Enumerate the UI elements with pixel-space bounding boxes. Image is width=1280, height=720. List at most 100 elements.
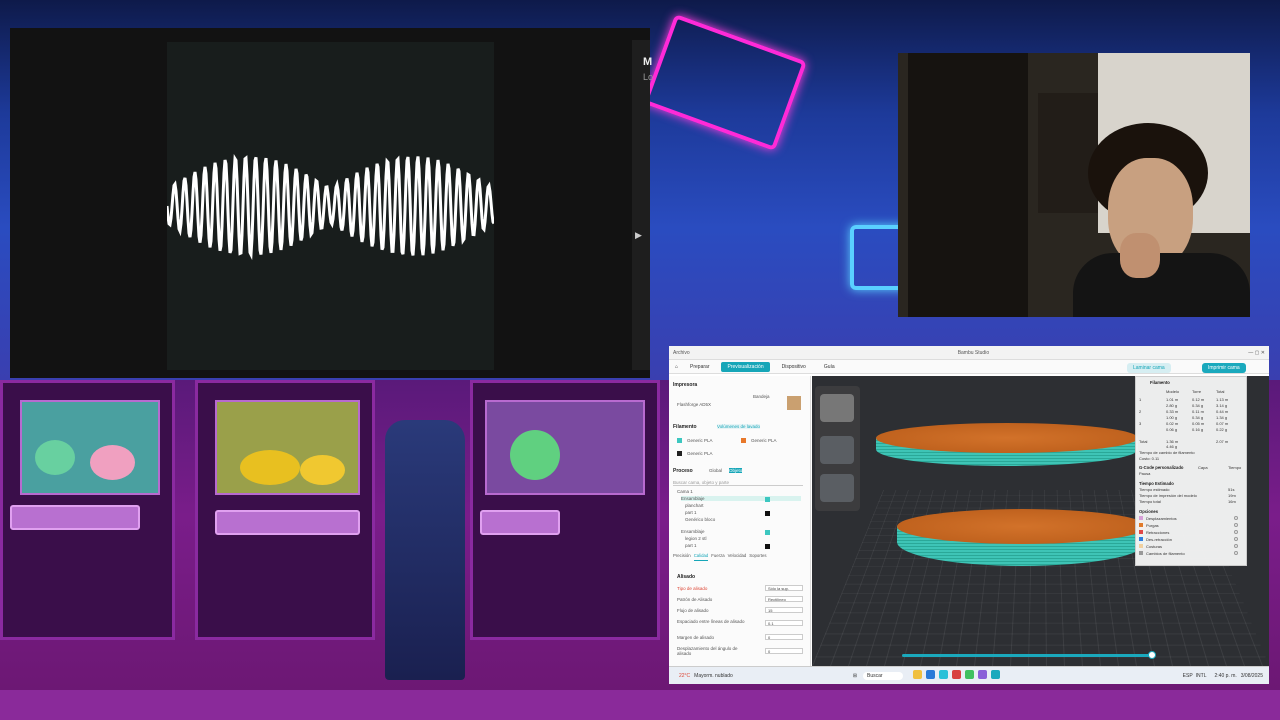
settings-panel: Impresora Flashforge AD5X Bandeja Filame… <box>669 376 811 666</box>
legend-option[interactable]: Costuras <box>1146 544 1162 549</box>
filament-swatch[interactable] <box>677 438 682 443</box>
tree-item[interactable]: part 1 <box>685 510 697 515</box>
windows-icon[interactable]: ⊞ <box>853 673 857 679</box>
estimated-val: 16m <box>1228 499 1236 504</box>
tree-filament-swatch[interactable] <box>765 530 770 535</box>
estimated-row: Tiempo de impresión del modelo <box>1139 493 1197 498</box>
tab-device[interactable]: Dispositivo <box>776 362 812 372</box>
settings-tabs: Precisión Calidad Fuerza Velocidad Sopor… <box>673 553 807 561</box>
printer-name[interactable]: Flashforge AD5X <box>677 402 711 407</box>
ironing-flow-label: Flujo de alisado <box>677 608 709 613</box>
option-eye-icon[interactable] <box>1234 551 1238 555</box>
process-object[interactable]: Objeto <box>729 468 743 473</box>
filament-1[interactable]: Generic PLA <box>687 438 713 443</box>
ironing-section: Alisado <box>677 574 696 580</box>
legend-cost: Costo: 0.11 <box>1139 456 1160 461</box>
ironing-spacing-input[interactable]: 0.1 <box>765 620 803 626</box>
option-eye-icon[interactable] <box>1234 516 1238 520</box>
legend-cell: 2.80 g <box>1166 403 1178 408</box>
option-color-swatch <box>1139 516 1143 520</box>
3d-preview[interactable]: Filamento Modelo Torre Total 1 1.01 m 0.12… <box>812 376 1269 666</box>
ironing-angle-input[interactable]: 0 <box>765 648 803 654</box>
plate-icon[interactable] <box>787 396 801 410</box>
option-eye-icon[interactable] <box>1234 523 1238 527</box>
gcode-header: G-Code personalizado <box>1139 465 1184 470</box>
option-color-swatch <box>1139 544 1143 548</box>
menu-file[interactable]: Archivo <box>673 350 690 356</box>
ironing-type-select[interactable]: Sólo la sup. <box>765 585 803 591</box>
legend-option[interactable]: Retracciones <box>1146 530 1169 535</box>
tab-speed[interactable]: Velocidad <box>728 553 747 561</box>
tree-item[interactable]: part 1 <box>685 543 697 548</box>
filament-swatch[interactable] <box>677 451 682 456</box>
plate-thumbnail[interactable] <box>820 474 854 502</box>
taskbar-lang2[interactable]: INTL <box>1196 673 1207 679</box>
legend-col: Modelo <box>1166 389 1180 394</box>
filament-3[interactable]: Generic PLA <box>687 451 713 456</box>
taskbar-search[interactable]: Buscar <box>863 671 903 680</box>
ironing-type-label: Tipo de alisado <box>677 586 708 591</box>
tree-item[interactable]: Ensamblaje <box>681 529 705 534</box>
legend-cell: 1.01 m <box>1166 397 1179 402</box>
tree-item[interactable]: planchart <box>685 503 704 508</box>
legend-option[interactable]: Purgas <box>1146 523 1159 528</box>
tree-filament-swatch[interactable] <box>765 497 770 502</box>
process-global[interactable]: Global <box>709 468 722 473</box>
legend-cell: 0.07 m <box>1216 421 1229 426</box>
option-eye-icon[interactable] <box>1234 537 1238 541</box>
taskbar-date[interactable]: 3/08/2025 <box>1241 673 1263 679</box>
tree-filament-swatch[interactable] <box>765 511 770 516</box>
filament-2[interactable]: Generic PLA <box>751 438 777 443</box>
plate-label: Bandeja <box>753 394 770 399</box>
tab-preview[interactable]: Previsualización <box>721 361 770 372</box>
taskbar-time[interactable]: 2:40 p. m. <box>1215 673 1237 679</box>
option-color-swatch <box>1139 551 1143 555</box>
slicer-window: Archivo Bambu Studio — ▢ ✕ ⌂ Preparar Pr… <box>669 346 1269 684</box>
status-bar: 22°C Mayorm. nublado ⊞ Buscar ESP INTL 2… <box>669 666 1269 684</box>
album-art <box>165 42 496 370</box>
plate-thumbnail[interactable] <box>820 394 854 422</box>
tab-prepare[interactable]: Preparar <box>684 362 715 372</box>
taskbar-lang[interactable]: ESP <box>1183 673 1193 679</box>
legend-option[interactable]: Cambios de filamento <box>1146 551 1185 556</box>
legend-cell: 0.44 m <box>1216 409 1229 414</box>
legend-total-label: Total <box>1139 439 1148 444</box>
print-button[interactable]: Imprimir cama <box>1202 363 1246 373</box>
tree-item[interactable]: legion 2 stl <box>685 536 707 541</box>
filament-swatch[interactable] <box>741 438 746 443</box>
ironing-pattern-label: Patrón de Alisado <box>677 597 713 602</box>
legend-cell: 3 <box>1139 421 1142 426</box>
weather-desc: Mayorm. nublado <box>694 672 733 679</box>
taskbar-apps-icon[interactable] <box>911 670 1002 681</box>
option-eye-icon[interactable] <box>1234 544 1238 548</box>
tree-item[interactable]: Ensamblaje <box>681 496 801 501</box>
ironing-flow-input[interactable]: 15 <box>765 607 803 613</box>
home-icon[interactable]: ⌂ <box>675 364 678 370</box>
tree-filament-swatch[interactable] <box>765 544 770 549</box>
legend-option[interactable]: Desplazamientos <box>1146 516 1177 521</box>
plate-thumbnail[interactable] <box>820 436 854 464</box>
options-header: Opciones <box>1139 509 1159 514</box>
tab-guide[interactable]: Guía <box>818 362 841 372</box>
play-icon[interactable]: ▶ <box>635 230 642 241</box>
tab-supports[interactable]: Soportes <box>749 553 766 561</box>
legend-option[interactable]: Des-retracción <box>1146 537 1172 542</box>
layer-slider-track[interactable] <box>902 654 1152 657</box>
ironing-inset-label: Margen de alisado <box>677 635 715 640</box>
model-disc-top[interactable] <box>897 509 1147 544</box>
tree-item[interactable]: Genérico bloco <box>685 517 715 522</box>
tab-quality[interactable]: Calidad <box>693 553 709 561</box>
layer-slider-handle[interactable] <box>1148 651 1156 659</box>
ironing-inset-input[interactable]: 0 <box>765 634 803 640</box>
tree-item[interactable]: Cama 1 <box>677 489 693 494</box>
option-eye-icon[interactable] <box>1234 530 1238 534</box>
search-input[interactable]: Buscar cama, objeto y parte <box>673 480 803 486</box>
slice-button[interactable]: Laminar cama <box>1127 363 1171 373</box>
window-controls-icon[interactable]: — ▢ ✕ <box>1248 350 1265 356</box>
ironing-pattern-select[interactable]: Rectilíneo <box>765 596 803 602</box>
legend-cell: 0.34 g <box>1192 403 1204 408</box>
flush-volumes-button[interactable]: Volúmenes de lavado <box>717 424 761 429</box>
model-disc-top[interactable] <box>876 423 1138 453</box>
tab-precision[interactable]: Precisión <box>673 553 691 561</box>
tab-strength[interactable]: Fuerza <box>711 553 724 561</box>
